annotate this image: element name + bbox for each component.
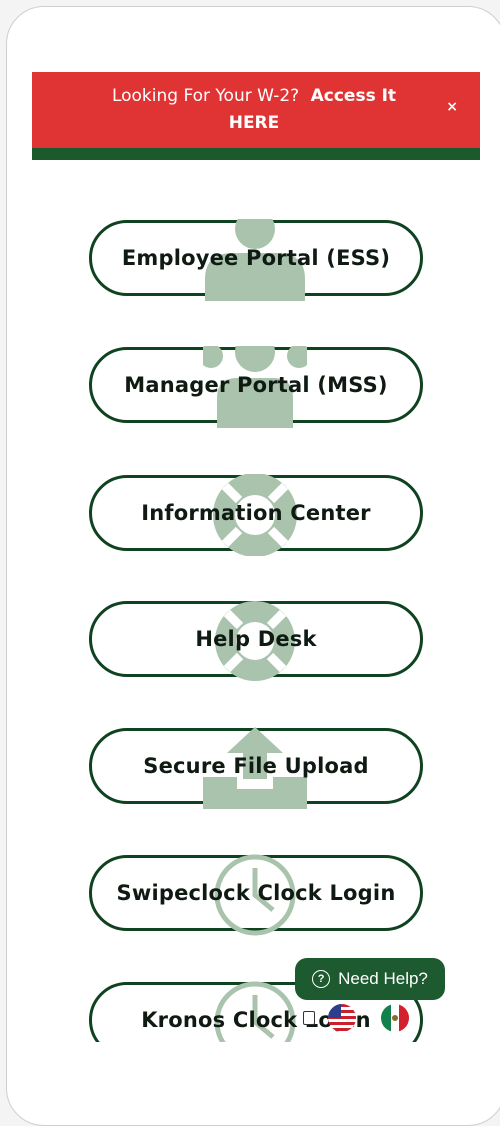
question-circle-icon: ?: [312, 970, 331, 988]
mexico-flag-icon[interactable]: [381, 1004, 409, 1032]
employee-portal-button[interactable]: Employee Portal (ESS): [89, 219, 423, 301]
clock-icon: [214, 854, 296, 936]
group-icon: [203, 346, 307, 428]
swipeclock-login-button[interactable]: Swipeclock Clock Login: [89, 854, 423, 936]
lifebuoy-icon: [213, 474, 297, 556]
information-center-button[interactable]: Information Center: [89, 474, 423, 556]
need-help-label: Need Help?: [338, 969, 428, 988]
banner-strip: [32, 148, 480, 160]
banner-text: Looking For Your W-2? Access It HERE: [102, 83, 406, 137]
manager-portal-button[interactable]: Manager Portal (MSS): [89, 346, 423, 428]
lifebuoy-icon: [215, 601, 295, 681]
upload-icon: [203, 727, 307, 809]
person-icon: [205, 219, 305, 301]
page-viewport: Looking For Your W-2? Access It HERE × E…: [32, 72, 480, 1042]
banner-lead: Looking For Your W-2?: [111, 86, 300, 106]
us-flag-icon[interactable]: [328, 1004, 356, 1032]
language-checkbox[interactable]: [303, 1011, 315, 1025]
clock-icon: [214, 981, 296, 1042]
need-help-button[interactable]: ? Need Help?: [295, 958, 445, 1000]
help-desk-button[interactable]: Help Desk: [89, 601, 423, 681]
w2-banner: Looking For Your W-2? Access It HERE ×: [32, 72, 480, 160]
secure-file-upload-button[interactable]: Secure File Upload: [89, 727, 423, 809]
banner-close-button[interactable]: ×: [446, 99, 458, 115]
